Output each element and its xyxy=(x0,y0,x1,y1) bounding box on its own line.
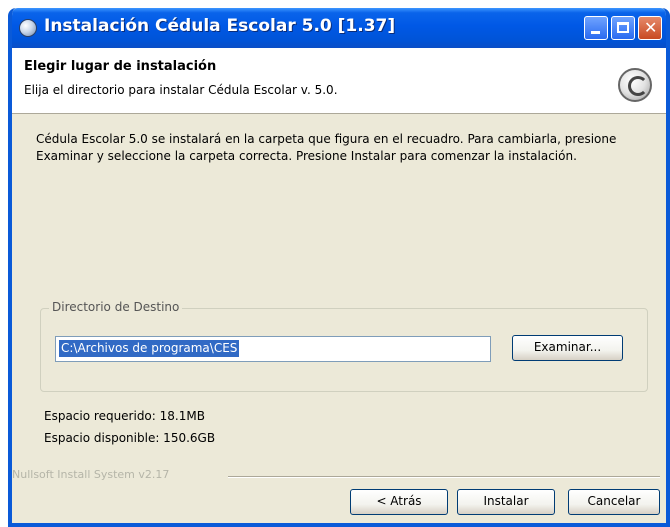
install-button[interactable]: Instalar xyxy=(457,489,555,515)
footer-divider xyxy=(228,476,660,478)
nsis-brand-text: Nullsoft Install System v2.17 xyxy=(12,468,170,481)
window-title: Instalación Cédula Escolar 5.0 [1.37] xyxy=(44,16,396,36)
page-subtitle: Elija el directorio para instalar Cédula… xyxy=(24,83,338,97)
nsis-branding: Nullsoft Install System v2.17 xyxy=(12,468,666,482)
page-title: Elegir lugar de instalación xyxy=(24,59,217,74)
maximize-button[interactable] xyxy=(611,16,635,40)
destination-group-label: Directorio de Destino xyxy=(49,300,183,314)
page-header: Elegir lugar de instalación Elija el dir… xyxy=(12,48,666,114)
destination-group: Directorio de Destino C:\Archivos de pro… xyxy=(40,300,648,392)
minimize-button[interactable] xyxy=(584,16,608,40)
minimize-icon xyxy=(591,31,600,34)
space-required: Espacio requerido: 18.1MB xyxy=(44,409,205,423)
installer-window: Instalación Cédula Escolar 5.0 [1.37] ✕ … xyxy=(8,8,670,527)
browse-button[interactable]: Examinar... xyxy=(512,335,623,361)
back-button[interactable]: < Atrás xyxy=(350,489,448,515)
install-description: Cédula Escolar 5.0 se instalará en la ca… xyxy=(36,132,617,163)
cancel-button[interactable]: Cancelar xyxy=(568,489,660,515)
destination-path-input[interactable]: C:\Archivos de programa\CES xyxy=(55,336,491,362)
maximize-icon xyxy=(617,22,629,33)
close-icon: ✕ xyxy=(644,18,658,37)
destination-path-value: C:\Archivos de programa\CES xyxy=(59,340,240,357)
close-button[interactable]: ✕ xyxy=(638,16,662,40)
space-available: Espacio disponible: 150.6GB xyxy=(44,431,216,445)
installer-icon xyxy=(19,19,37,37)
setup-logo-icon xyxy=(618,68,652,102)
title-bar[interactable]: Instalación Cédula Escolar 5.0 [1.37] ✕ xyxy=(12,8,666,48)
